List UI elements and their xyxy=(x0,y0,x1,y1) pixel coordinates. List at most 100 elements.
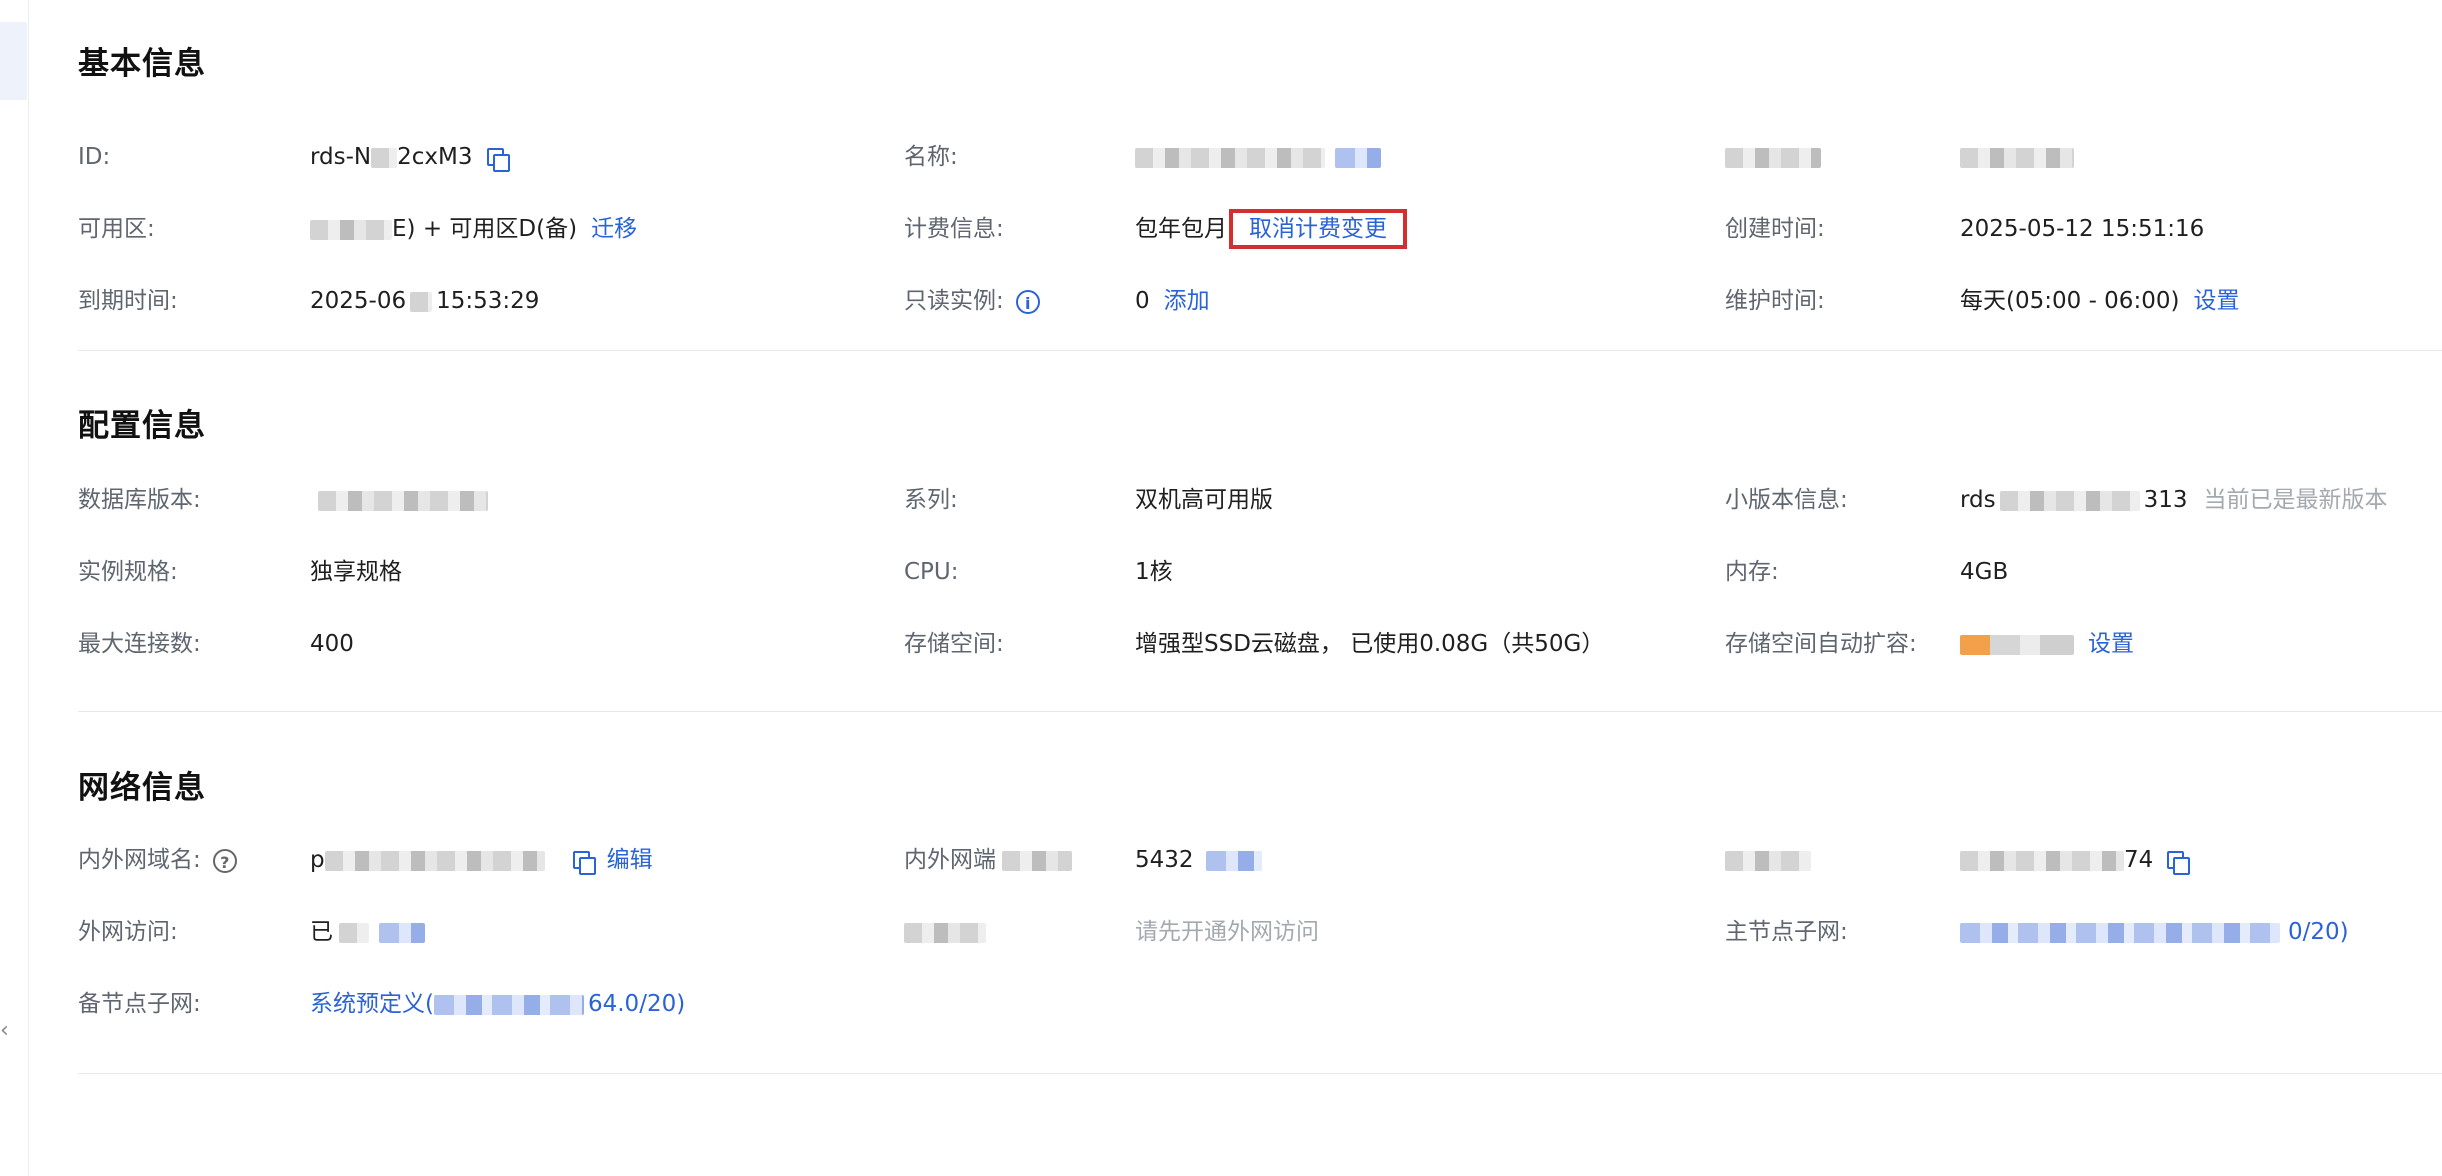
redacted-block xyxy=(1725,147,1821,168)
port-number: 5432 xyxy=(1135,847,1194,873)
autoexpand-status-redacted[interactable] xyxy=(1960,634,2074,655)
config-row-3: 最大连接数: 400 存储空间: 增强型SSD云磁盘， 已使用0.08G（共50… xyxy=(78,624,2442,664)
standby-subnet-value[interactable]: 系统预定义( 64.0/20) xyxy=(310,984,685,1024)
public-address-label-redacted xyxy=(904,912,986,952)
readonly-label: 只读实例: i xyxy=(904,281,1040,321)
network-row-2: 外网访问: 已 请先开通外网访问 主节点子网: 0/20) xyxy=(78,912,2442,952)
expire-label: 到期时间: xyxy=(78,288,178,314)
help-icon[interactable]: ? xyxy=(212,848,237,873)
public-address-hint: 请先开通外网访问 xyxy=(1135,919,1319,945)
basic-row-3: 到期时间: 2025-06 15:53:29 只读实例: i 0 添加 维护时间: 每… xyxy=(78,281,2442,321)
created-value: 2025-05-12 15:51:16 xyxy=(1960,216,2205,242)
add-readonly-link[interactable]: 添加 xyxy=(1164,288,1210,314)
spec-value: 独享规格 xyxy=(310,559,402,585)
copy-id-icon[interactable] xyxy=(486,147,510,172)
redacted-block xyxy=(324,850,545,871)
info-icon[interactable]: i xyxy=(1015,289,1040,314)
minor-version-value: rds 313 当前已是最新版本 xyxy=(1960,480,2388,520)
spec-label: 实例规格: xyxy=(78,559,178,585)
sidebar-active-indicator[interactable] xyxy=(0,22,27,100)
config-row-2: 实例规格: 独享规格 CPU: 1核 内存: 4GB xyxy=(78,552,2442,592)
section-divider xyxy=(78,711,2442,712)
maintain-value: 每天(05:00 - 06:00) 设置 xyxy=(1960,281,2239,321)
maintain-setting-link[interactable]: 设置 xyxy=(2193,288,2239,314)
port-label: 内外网端 xyxy=(904,840,1072,880)
sidebar-collapse-icon[interactable]: ‹ xyxy=(0,1018,9,1043)
config-info-title: 配置信息 xyxy=(78,408,206,444)
name-value xyxy=(1135,137,1381,177)
zone-label: 可用区: xyxy=(78,216,155,242)
standby-subnet-tail[interactable]: 64.0/20) xyxy=(588,991,685,1017)
id-value-head: rds-N xyxy=(310,144,372,170)
redacted-block xyxy=(1135,147,1325,168)
maintain-window: 每天(05:00 - 06:00) xyxy=(1960,288,2180,314)
master-subnet-link[interactable]: 0/20) xyxy=(2288,919,2349,945)
id-label: ID: xyxy=(78,144,111,170)
db-version-value xyxy=(318,480,488,520)
series-label: 系列: xyxy=(904,487,958,513)
name-label: 名称: xyxy=(904,144,958,170)
autoexpand-setting-link[interactable]: 设置 xyxy=(2088,631,2134,657)
basic-info-title: 基本信息 xyxy=(78,46,206,82)
redacted-block xyxy=(1960,850,2124,871)
instance-detail-page: ‹ 基本信息 ID: rds-N 2cxM3 名称: 可用区: E) + 可用区D… xyxy=(0,0,2442,1176)
series-value: 双机高可用版 xyxy=(1135,487,1273,513)
region-value-redacted xyxy=(1960,137,2074,177)
autoexpand-label: 存储空间自动扩容: xyxy=(1725,631,1917,657)
redacted-block xyxy=(1960,922,2280,943)
section-divider xyxy=(78,1073,2442,1074)
maintain-label: 维护时间: xyxy=(1725,288,1825,314)
ip-label-redacted xyxy=(1725,840,1811,880)
storage-value: 增强型SSD云磁盘， 已使用0.08G（共50G） xyxy=(1135,631,1605,657)
copy-ip-icon[interactable] xyxy=(2167,850,2191,875)
copy-domain-icon[interactable] xyxy=(572,850,596,875)
zone-value-text: E) + 可用区D(备) xyxy=(392,216,578,242)
cancel-billing-change-link[interactable]: 取消计费变更 xyxy=(1249,216,1387,242)
id-value-tail: 2cxM3 xyxy=(397,144,473,170)
minor-version-note: 当前已是最新版本 xyxy=(2203,487,2388,513)
redacted-block xyxy=(1999,490,2140,511)
autoexpand-value: 设置 xyxy=(1960,624,2134,664)
standby-subnet-label: 备节点子网: xyxy=(78,991,201,1017)
readonly-label-text: 只读实例: xyxy=(904,288,1004,314)
expire-time: 15:53:29 xyxy=(436,288,540,314)
redacted-block xyxy=(1725,850,1811,871)
minor-version-tail: 313 xyxy=(2143,487,2188,513)
zone-value: E) + 可用区D(备) 迁移 xyxy=(310,209,637,249)
standby-subnet-link[interactable]: 系统预定义( xyxy=(310,991,434,1017)
migrate-link[interactable]: 迁移 xyxy=(591,216,637,242)
redacted-block xyxy=(1002,850,1072,871)
left-sidebar-strip: ‹ xyxy=(0,0,29,1176)
maxconn-value: 400 xyxy=(310,631,354,657)
db-version-label: 数据库版本: xyxy=(78,487,201,513)
redacted-edit-icon[interactable] xyxy=(1335,147,1381,168)
storage-label: 存储空间: xyxy=(904,631,1004,657)
redacted-block xyxy=(371,147,398,168)
public-access-value: 已 xyxy=(310,912,425,952)
section-divider xyxy=(78,350,2442,351)
ip-value: 74 xyxy=(1960,840,2191,880)
network-info-title: 网络信息 xyxy=(78,770,206,806)
master-subnet-value[interactable]: 0/20) xyxy=(1960,912,2349,952)
edit-domain-link[interactable]: 编辑 xyxy=(607,847,653,873)
redacted-open-link[interactable] xyxy=(379,922,425,943)
port-label-text: 内外网端 xyxy=(904,847,996,873)
minor-version-head: rds xyxy=(1960,487,1996,513)
basic-row-1: ID: rds-N 2cxM3 名称: xyxy=(78,137,2442,177)
readonly-value: 0 添加 xyxy=(1135,281,1210,321)
config-row-1: 数据库版本: 系列: 双机高可用版 小版本信息: rds 313 当前已是最新版本 xyxy=(78,480,2442,520)
billing-value: 包年包月 取消计费变更 xyxy=(1135,209,1407,249)
ip-value-tail: 74 xyxy=(2124,847,2154,873)
master-subnet-label: 主节点子网: xyxy=(1725,919,1848,945)
redacted-block xyxy=(310,219,392,240)
region-label-redacted xyxy=(1725,137,1821,177)
cpu-label: CPU: xyxy=(904,559,959,585)
redacted-block xyxy=(1960,147,2074,168)
domain-label-text: 内外网域名: xyxy=(78,847,201,873)
domain-value-head: p xyxy=(310,847,325,873)
id-value: rds-N 2cxM3 xyxy=(310,137,510,177)
redacted-block xyxy=(318,490,488,511)
memory-value: 4GB xyxy=(1960,559,2009,585)
maxconn-label: 最大连接数: xyxy=(78,631,201,657)
redacted-edit-port-link[interactable] xyxy=(1205,850,1262,871)
